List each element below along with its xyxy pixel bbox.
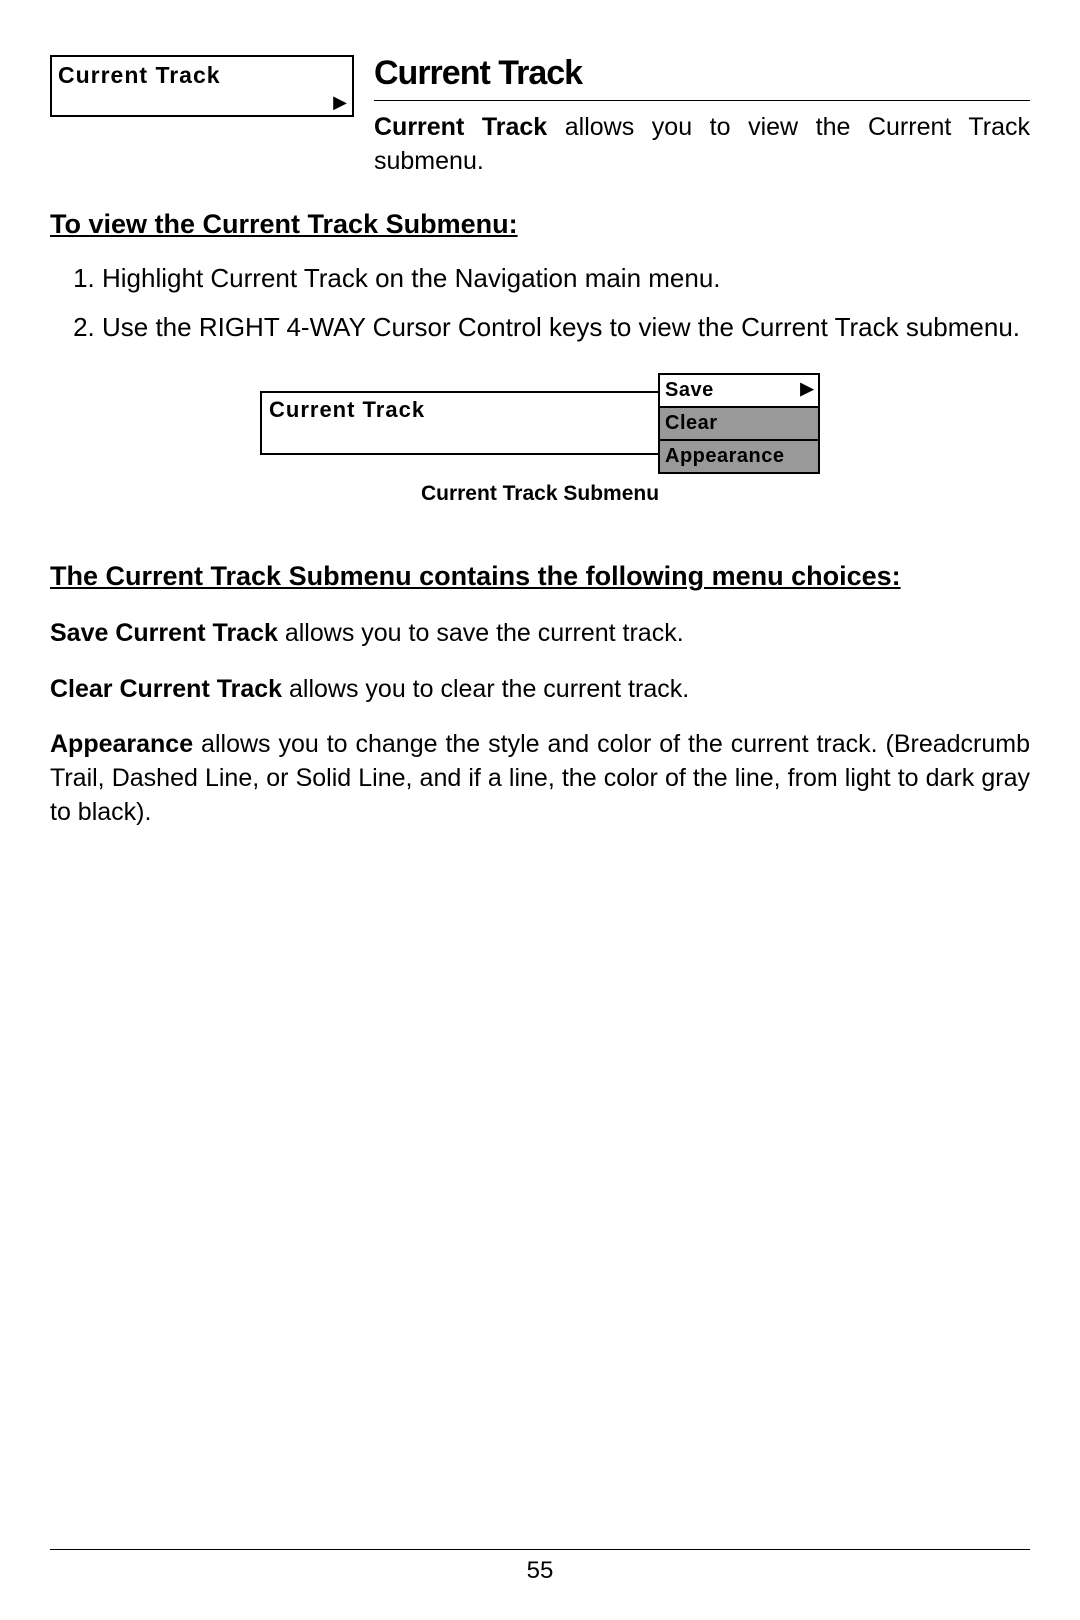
step-item: Highlight Current Track on the Navigatio… xyxy=(102,261,1030,296)
step-item: Use the RIGHT 4-WAY Cursor Control keys … xyxy=(102,310,1030,345)
choices-heading: The Current Track Submenu contains the f… xyxy=(50,558,1030,594)
figure-menu-item-current-track: Current Track xyxy=(260,391,660,455)
figure-caption: Current Track Submenu xyxy=(260,480,820,508)
submenu-item-clear: Clear xyxy=(660,408,818,441)
view-submenu-heading: To view the Current Track Submenu: xyxy=(50,206,1030,242)
choice-clear: Clear Current Track allows you to clear … xyxy=(50,673,1030,707)
footer-rule xyxy=(50,1549,1030,1550)
figure-submenu: Save ▶ Clear Appearance xyxy=(658,373,820,474)
triangle-right-icon: ▶ xyxy=(333,90,347,114)
choice-appearance: Appearance allows you to change the styl… xyxy=(50,728,1030,829)
choice-save: Save Current Track allows you to save th… xyxy=(50,617,1030,651)
menu-item-current-track[interactable]: Current Track ▶ xyxy=(50,55,354,117)
section-title: Current Track xyxy=(374,51,1030,101)
submenu-item-appearance: Appearance xyxy=(660,441,818,472)
menu-item-label: Current Track xyxy=(52,57,352,94)
submenu-item-save: Save ▶ xyxy=(660,375,818,408)
triangle-right-icon: ▶ xyxy=(800,378,814,401)
steps-list: Highlight Current Track on the Navigatio… xyxy=(50,261,1030,345)
submenu-figure: Current Track Save ▶ Clear Appearance Cu… xyxy=(260,373,820,508)
page-number: 55 xyxy=(0,1555,1080,1587)
intro-paragraph: Current Track allows you to view the Cur… xyxy=(374,111,1030,179)
